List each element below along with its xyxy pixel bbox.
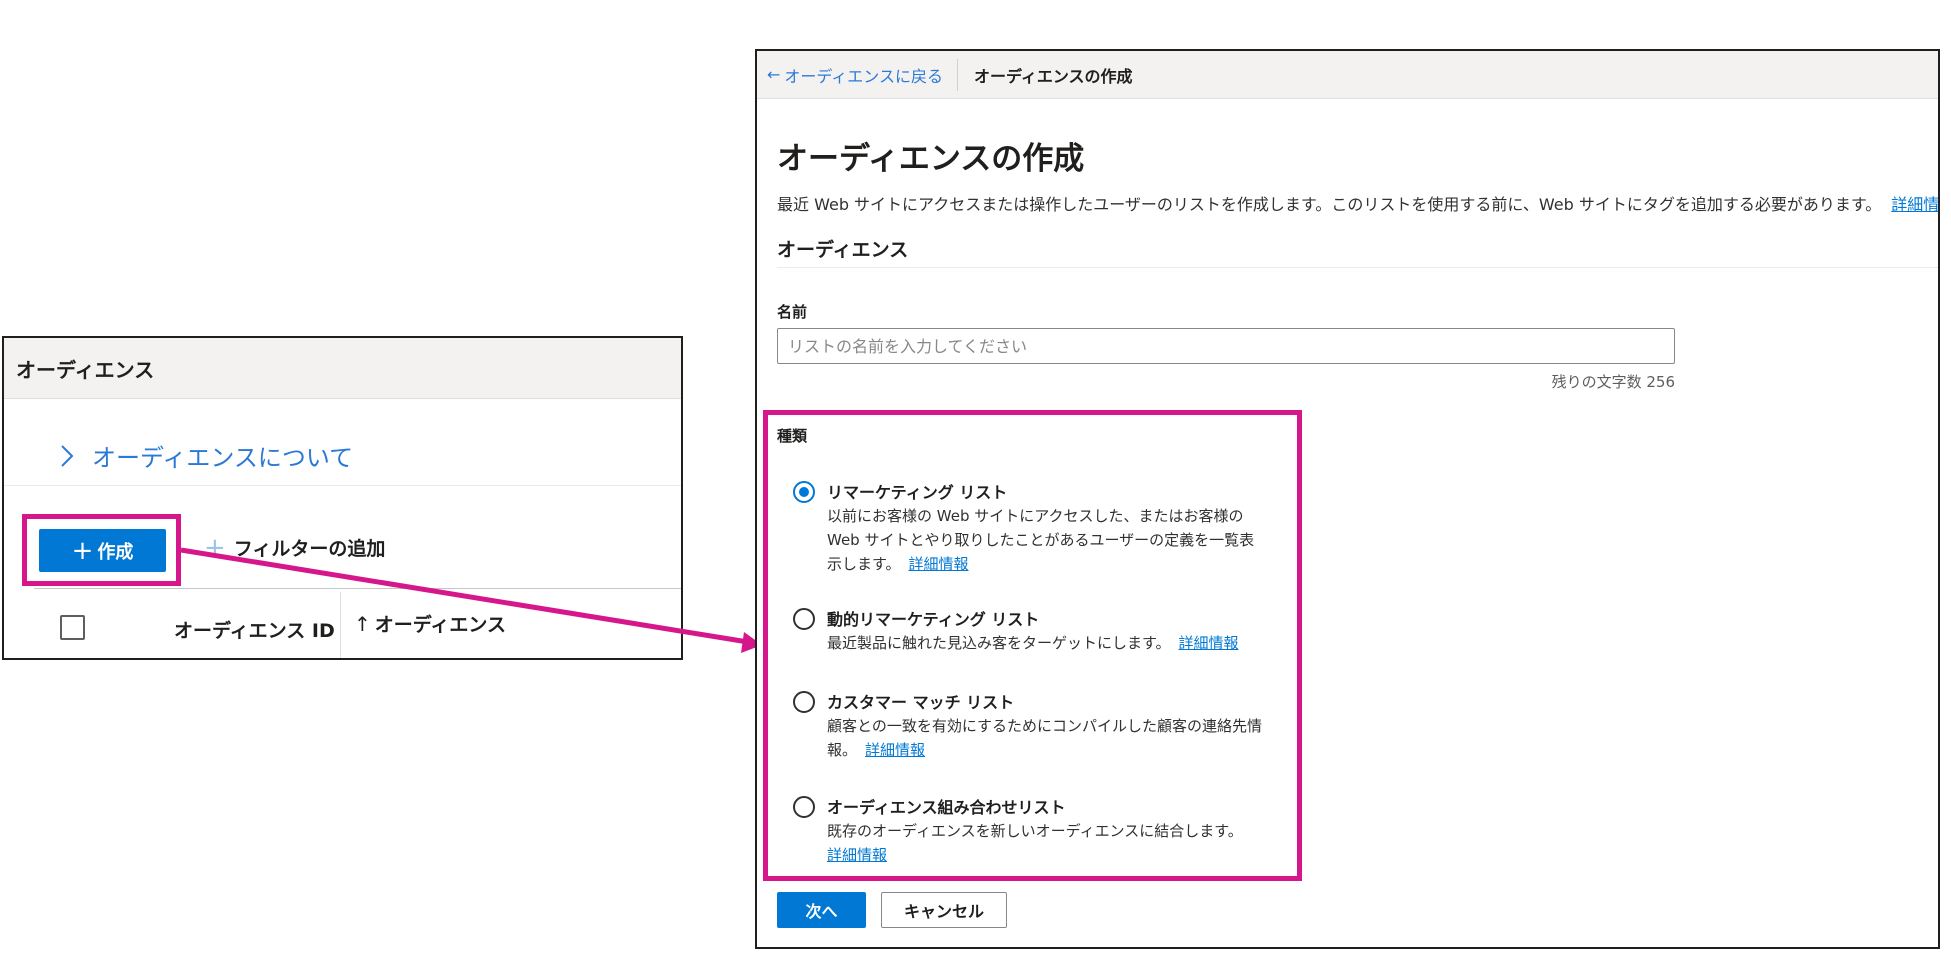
column-header-audience[interactable]: ↑ オーディエンス [354, 610, 506, 637]
learn-more-link[interactable]: 詳細情報 [909, 555, 969, 573]
page-description: 最近 Web サイトにアクセスまたは操作したユーザーのリストを作成します。このリ… [777, 191, 1938, 215]
audience-list-panel: オーディエンス オーディエンスについて + 作成 + フィルターの追加 オーディ… [2, 336, 683, 660]
option-title: オーディエンス組み合わせリスト [827, 798, 1066, 817]
column-header-audience-label: オーディエンス [374, 614, 507, 636]
breadcrumb-current: オーディエンスの作成 [973, 66, 1133, 86]
name-input[interactable] [777, 328, 1675, 364]
next-button[interactable]: 次へ [777, 892, 866, 928]
option-description: 既存のオーディエンスを新しいオーディエンスに結合します。 詳細情報 [827, 819, 1267, 867]
panel-header: ← オーディエンスに戻る オーディエンスの作成 [757, 51, 1938, 99]
description-text: 最近 Web サイトにアクセスまたは操作したユーザーのリストを作成します。このリ… [777, 195, 1882, 214]
create-button[interactable]: + 作成 [39, 529, 166, 572]
create-button-label: 作成 [97, 541, 134, 563]
panel-title: オーディエンス [4, 338, 681, 399]
header-divider [956, 58, 958, 91]
table-header-divider [34, 588, 681, 589]
create-audience-panel: ← オーディエンスに戻る オーディエンスの作成 オーディエンスの作成 最近 We… [755, 49, 1940, 949]
radio-remarketing-list[interactable] [793, 481, 815, 503]
back-to-audiences-link[interactable]: ← オーディエンスに戻る [757, 51, 957, 98]
plus-icon: + [71, 535, 94, 566]
learn-more-link[interactable]: 詳細情報 [1179, 634, 1239, 652]
learn-more-link[interactable]: 詳細情報 [827, 846, 887, 864]
learn-more-link[interactable]: 詳細情報 [865, 741, 925, 759]
option-description-text: 最近製品に触れた見込み客をターゲットにします。 [827, 634, 1171, 652]
chevron-right-icon [61, 444, 74, 467]
back-link-label: オーディエンスに戻る [784, 66, 943, 86]
learn-more-link[interactable]: 詳細情報 [1891, 195, 1938, 214]
plus-icon: + [204, 532, 226, 563]
type-field-label: 種類 [777, 427, 808, 445]
about-link-label: オーディエンスについて [92, 444, 354, 472]
select-all-checkbox[interactable] [60, 615, 85, 640]
option-description-text: 以前にお客様の Web サイトにアクセスした、またはお客様の Web サイトとや… [827, 507, 1255, 573]
option-title: リマーケティング リスト [827, 483, 1008, 502]
option-description-text: 既存のオーディエンスを新しいオーディエンスに結合します。 [827, 822, 1243, 840]
column-header-audience-id[interactable]: オーディエンス ID [174, 616, 335, 643]
remaining-characters: 残りの文字数 256 [1551, 373, 1675, 391]
add-filter-button[interactable]: + フィルターの追加 [204, 534, 385, 561]
column-divider [340, 592, 341, 658]
radio-customer-match-list[interactable] [793, 691, 815, 713]
divider [4, 485, 681, 486]
radio-dynamic-remarketing-list[interactable] [793, 608, 815, 630]
add-filter-label: フィルターの追加 [233, 538, 386, 560]
arrow-left-icon: ← [767, 65, 781, 84]
about-audiences-link[interactable]: オーディエンスについて [52, 438, 353, 473]
option-description: 顧客との一致を有効にするためにコンパイルした顧客の連絡先情報。 詳細情報 [827, 714, 1267, 762]
divider [777, 267, 1938, 268]
name-field-label: 名前 [777, 303, 808, 321]
radio-combined-audience-list[interactable] [793, 796, 815, 818]
cancel-button[interactable]: キャンセル [881, 892, 1007, 928]
page-title: オーディエンスの作成 [777, 141, 1085, 177]
sort-ascending-icon: ↑ [354, 612, 371, 636]
section-title: オーディエンス [777, 239, 909, 261]
option-description: 以前にお客様の Web サイトにアクセスした、またはお客様の Web サイトとや… [827, 504, 1267, 576]
option-description: 最近製品に触れた見込み客をターゲットにします。 詳細情報 [827, 631, 1267, 655]
option-title: 動的リマーケティング リスト [827, 610, 1040, 629]
option-title: カスタマー マッチ リスト [827, 693, 1015, 712]
